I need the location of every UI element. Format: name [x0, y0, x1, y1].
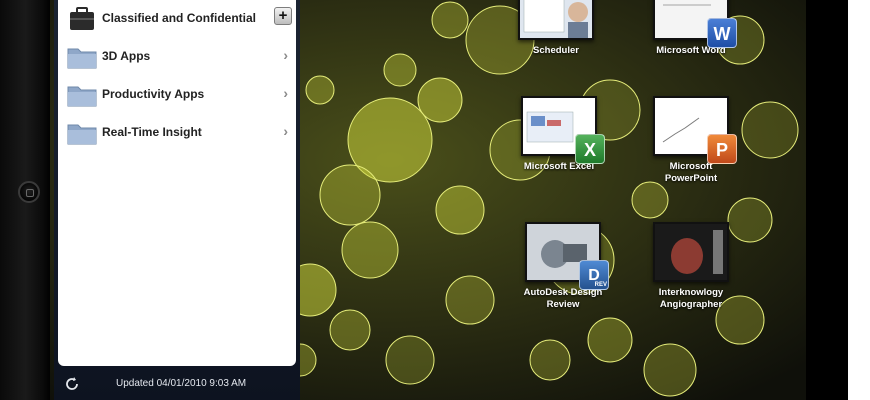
sidebar-item-label: Productivity Apps: [102, 87, 205, 101]
sidebar-item-real-time-insight[interactable]: Real-Time Insight ›: [58, 114, 296, 152]
app-autodesk-design-review[interactable]: D REV AutoDesk Design Review: [508, 222, 618, 311]
chevron-right-icon: ›: [283, 85, 288, 101]
sidebar-item-label: 3D Apps: [102, 49, 151, 63]
app-label: Interknowlogy Angiographer: [658, 287, 724, 310]
app-thumbnail: D REV: [525, 222, 609, 290]
excel-logo-icon: X: [575, 134, 605, 164]
app-thumbnail: P: [653, 96, 737, 164]
app-thumbnail: X: [521, 96, 605, 164]
word-logo-icon: W: [707, 18, 737, 48]
app-label: AutoDesk Design Review: [523, 287, 603, 310]
sidebar-item-label: Classified and Confidential: [102, 11, 257, 25]
app-thumbnail: [518, 0, 594, 40]
sidebar-item-classified[interactable]: Classified and Confidential +: [58, 0, 296, 38]
sidebar-item-productivity-apps[interactable]: Productivity Apps ›: [58, 76, 296, 114]
app-microsoft-excel[interactable]: X Microsoft Excel: [504, 96, 614, 173]
refresh-icon[interactable]: [64, 376, 80, 392]
app-label: Scheduler: [533, 45, 579, 56]
home-button[interactable]: [18, 181, 40, 203]
sidebar-item-3d-apps[interactable]: 3D Apps ›: [58, 38, 296, 76]
device-screen: Classified and Confidential + 3D Apps › …: [50, 0, 806, 400]
sidebar-panel: Classified and Confidential + 3D Apps › …: [54, 0, 300, 400]
app-microsoft-powerpoint[interactable]: P Microsoft PowerPoint: [636, 96, 746, 185]
app-interknowlogy-angiographer[interactable]: Interknowlogy Angiographer: [636, 222, 746, 311]
angiographer-screenshot: [655, 224, 727, 280]
app-microsoft-word[interactable]: W Microsoft Word: [636, 0, 746, 57]
sidebar-list: Classified and Confidential + 3D Apps › …: [58, 0, 296, 366]
app-scheduler[interactable]: Scheduler: [504, 0, 608, 57]
sidebar-footer: Updated 04/01/2010 9:03 AM: [54, 370, 300, 400]
sidebar-item-label: Real-Time Insight: [102, 125, 202, 139]
add-button[interactable]: +: [274, 7, 292, 25]
scheduler-screenshot: [520, 0, 592, 38]
powerpoint-logo-icon: P: [707, 134, 737, 164]
briefcase-icon: [70, 7, 94, 30]
autodesk-logo-icon: D REV: [579, 260, 609, 290]
folder-icon: [67, 48, 97, 69]
chevron-right-icon: ›: [283, 47, 288, 63]
chevron-right-icon: ›: [283, 123, 288, 139]
last-updated-status: Updated 04/01/2010 9:03 AM: [116, 378, 247, 389]
home-square-icon: [26, 189, 34, 197]
folder-icon: [67, 86, 97, 107]
app-thumbnail: W: [653, 0, 737, 48]
app-thumbnail: [653, 222, 729, 282]
app-label: Microsoft PowerPoint: [664, 161, 718, 184]
folder-icon: [67, 124, 97, 145]
